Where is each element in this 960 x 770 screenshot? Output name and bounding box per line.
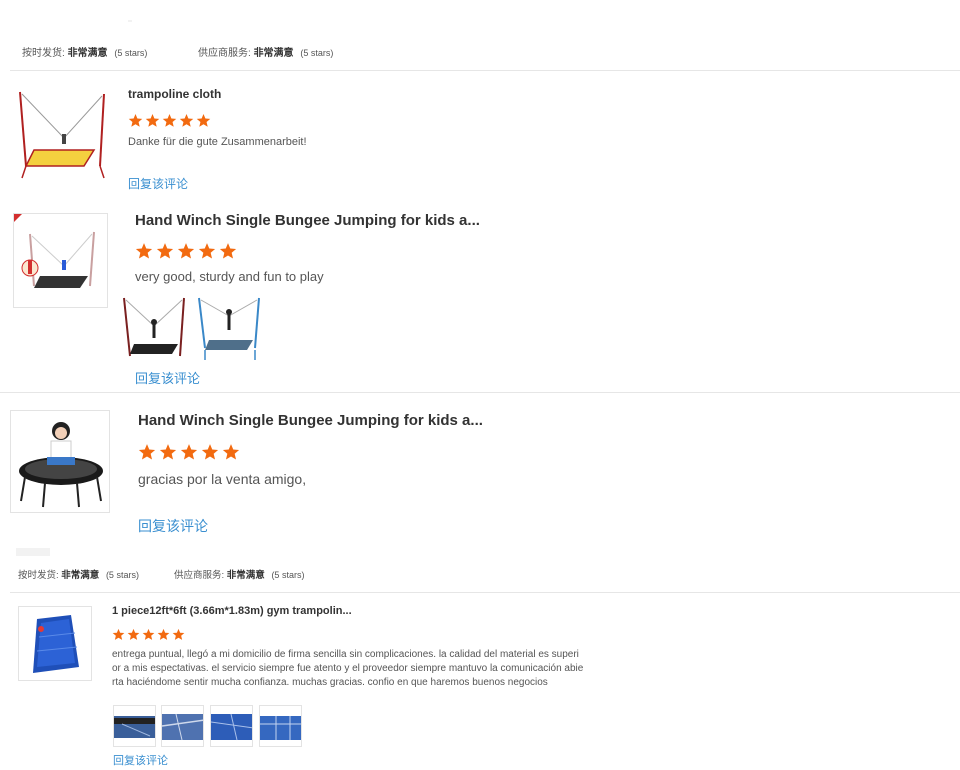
product-image-trampoline-cloth[interactable] [14, 86, 110, 182]
top-smudge [128, 20, 132, 22]
review-title[interactable]: Hand Winch Single Bungee Jumping for kid… [135, 212, 480, 229]
divider [10, 592, 960, 593]
review-title[interactable]: 1 piece12ft*6ft (3.66m*1.83m) gym trampo… [112, 605, 352, 617]
reply-link[interactable]: 回复该评论 [135, 368, 200, 387]
star-icon [180, 444, 198, 460]
star-icon [135, 243, 153, 259]
review-text-line-2: or a mis espectativas. el servicio siemp… [112, 663, 584, 674]
review-photo[interactable] [210, 705, 253, 747]
star-rating [135, 242, 240, 260]
star-rating [112, 628, 187, 641]
star-icon [201, 444, 219, 460]
product-image-gym-trampoline[interactable] [18, 606, 92, 681]
star-icon [222, 444, 240, 460]
star-icon [145, 113, 160, 127]
star-icon [138, 444, 156, 460]
service-value: 非常满意 [253, 48, 294, 59]
product-image-mini-trampoline[interactable] [10, 410, 110, 513]
star-icon [157, 628, 170, 640]
star-icon [198, 243, 216, 259]
star-icon [219, 243, 237, 259]
star-icon [142, 628, 155, 640]
divider [0, 392, 960, 393]
review-photo[interactable] [259, 705, 302, 747]
review-photo[interactable] [195, 296, 263, 362]
service-stars: (5 stars) [271, 570, 305, 580]
review-title[interactable]: trampoline cloth [128, 87, 221, 101]
star-icon [172, 628, 185, 640]
reply-link[interactable]: 回复该评论 [138, 516, 208, 536]
star-icon [127, 628, 140, 640]
service-rating-top: 供应商服务: 非常满意 (5 stars) [198, 44, 333, 59]
shipping-value: 非常满意 [67, 48, 108, 59]
service-label: 供应商服务: [198, 48, 251, 59]
smudge [16, 548, 50, 556]
star-rating [128, 113, 213, 128]
star-icon [162, 113, 177, 127]
seller-rating-top: 按时发货: 非常满意 (5 stars) [22, 44, 147, 59]
review-photo[interactable] [113, 705, 156, 747]
service-rating-bottom: 供应商服务: 非常满意 (5 stars) [174, 567, 304, 581]
review-text-line-3: rta haciéndome sentir mucha confianza. m… [112, 677, 548, 688]
shipping-label: 按时发货: [22, 48, 65, 59]
star-icon [112, 628, 125, 640]
star-icon [128, 113, 143, 127]
shipping-stars: (5 stars) [105, 570, 139, 580]
divider [10, 70, 960, 71]
service-value: 非常满意 [226, 570, 265, 581]
star-icon [159, 444, 177, 460]
service-stars: (5 stars) [300, 48, 334, 58]
review-text-line-1: entrega puntual, llegó a mi domicilio de… [112, 649, 579, 660]
service-label: 供应商服务: [174, 570, 225, 581]
star-icon [196, 113, 211, 127]
review-photo[interactable] [161, 705, 204, 747]
reply-link[interactable]: 回复该评论 [113, 752, 168, 768]
review-text: gracias por la venta amigo, [138, 471, 307, 487]
star-icon [177, 243, 195, 259]
review-text: Danke für die gute Zusammenarbeit! [128, 136, 307, 148]
reply-link[interactable]: 回复该评论 [128, 175, 188, 192]
star-rating [138, 443, 243, 461]
product-image-bungee[interactable] [13, 213, 108, 308]
review-photo[interactable] [120, 296, 188, 362]
star-icon [156, 243, 174, 259]
review-title[interactable]: Hand Winch Single Bungee Jumping for kid… [138, 412, 483, 429]
shipping-label: 按时发货: [18, 570, 59, 581]
shipping-value: 非常满意 [61, 570, 100, 581]
review-text: very good, sturdy and fun to play [135, 269, 324, 284]
seller-rating-bottom: 按时发货: 非常满意 (5 stars) [18, 567, 139, 581]
shipping-stars: (5 stars) [114, 48, 148, 58]
star-icon [179, 113, 194, 127]
